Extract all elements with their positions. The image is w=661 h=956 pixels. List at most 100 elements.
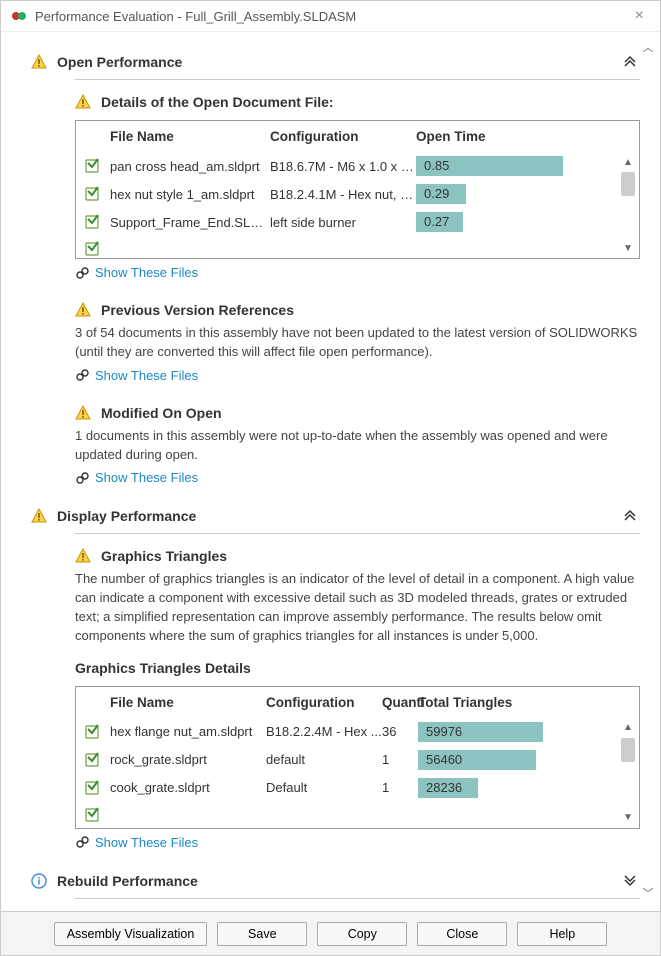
scroll-down-icon[interactable]: ﹀	[640, 885, 656, 901]
scroll-thumb[interactable]	[621, 172, 635, 196]
file-icon	[84, 157, 102, 175]
col-configuration: Configuration	[266, 695, 382, 710]
cell-quantity: 1	[382, 752, 418, 767]
open-files-table: File Name Configuration Open Time pan cr…	[75, 120, 640, 259]
cell-file-name: hex flange nut_am.sldprt	[110, 724, 266, 739]
show-files-link[interactable]: Show These Files	[95, 368, 198, 383]
warning-icon	[75, 405, 91, 421]
info-icon	[31, 873, 47, 889]
show-files-link[interactable]: Show These Files	[95, 265, 198, 280]
cell-configuration: Default	[266, 780, 382, 795]
content-pane: Open Performance Details of the Open Doc…	[1, 33, 660, 907]
collapse-icon[interactable]	[622, 53, 640, 71]
copy-button[interactable]: Copy	[317, 922, 407, 946]
previous-version-subsection: Previous Version References 3 of 54 docu…	[75, 302, 640, 383]
table-row[interactable]	[76, 236, 617, 258]
cell-file-name: Support_Frame_End.SLDA...	[110, 215, 270, 230]
cell-quantity: 36	[382, 724, 418, 739]
cell-file-name: rock_grate.sldprt	[110, 752, 266, 767]
scroll-up-icon[interactable]: ▲	[620, 154, 636, 170]
scroll-up-icon[interactable]: ▲	[620, 720, 636, 736]
table-row[interactable]: hex flange nut_am.sldprtB18.2.2.4M - Hex…	[76, 718, 617, 746]
cell-configuration: default	[266, 752, 382, 767]
cell-configuration: B18.2.4.1M - Hex nut, Sty...	[270, 187, 416, 202]
cell-configuration: B18.2.2.4M - Hex ...	[266, 724, 382, 739]
link-icon	[75, 835, 89, 849]
table-scrollbar[interactable]: ▲ ▼	[619, 154, 637, 256]
table-row[interactable]: Support_Frame_End.SLDA...left side burne…	[76, 208, 617, 236]
cell-file-name: hex nut style 1_am.sldprt	[110, 187, 270, 202]
table-row[interactable]: hex nut style 1_am.sldprtB18.2.4.1M - He…	[76, 180, 617, 208]
col-file-name: File Name	[110, 129, 270, 144]
cell-configuration: B18.6.7M - M6 x 1.0 x 8 ...	[270, 159, 416, 174]
file-icon	[84, 806, 102, 824]
table-row[interactable]: rock_grate.sldprtdefault156460	[76, 746, 617, 774]
main-scrollbar[interactable]: ︿ ﹀	[640, 39, 656, 901]
file-icon	[84, 779, 102, 797]
col-quantity: Quanti	[382, 695, 418, 710]
scroll-thumb[interactable]	[621, 738, 635, 762]
titlebar: Performance Evaluation - Full_Grill_Asse…	[1, 1, 660, 32]
section-display-performance[interactable]: Display Performance	[31, 507, 640, 525]
file-icon	[84, 723, 102, 741]
subsection-title: Graphics Triangles	[101, 548, 227, 564]
table-row[interactable]: cook_grate.sldprtDefault128236	[76, 774, 617, 802]
collapse-icon[interactable]	[622, 507, 640, 525]
warning-icon	[31, 508, 47, 524]
cell-file-name: pan cross head_am.sldprt	[110, 159, 270, 174]
section-title: Rebuild Performance	[57, 873, 622, 889]
subsection-body: 3 of 54 documents in this assembly have …	[75, 324, 640, 362]
file-icon	[84, 185, 102, 203]
table-row[interactable]	[76, 802, 617, 828]
link-icon	[75, 266, 89, 280]
show-files-link[interactable]: Show These Files	[95, 835, 198, 850]
window-title: Performance Evaluation - Full_Grill_Asse…	[35, 9, 356, 24]
warning-icon	[75, 94, 91, 110]
file-icon	[84, 240, 102, 258]
expand-icon[interactable]	[622, 872, 640, 890]
cell-total-triangles: 56460	[418, 750, 546, 770]
file-icon	[84, 213, 102, 231]
cell-file-name: cook_grate.sldprt	[110, 780, 266, 795]
table-scrollbar[interactable]: ▲ ▼	[619, 720, 637, 826]
section-title: Display Performance	[57, 508, 622, 524]
table-row[interactable]: pan cross head_am.sldprtB18.6.7M - M6 x …	[76, 152, 617, 180]
section-open-performance[interactable]: Open Performance	[31, 53, 640, 71]
warning-icon	[75, 548, 91, 564]
scroll-down-icon[interactable]: ▼	[620, 810, 636, 826]
cell-open-time: 0.85	[416, 156, 566, 176]
modified-on-open-subsection: Modified On Open 1 documents in this ass…	[75, 405, 640, 486]
cell-open-time: 0.27	[416, 212, 566, 232]
warning-icon	[31, 54, 47, 70]
link-icon	[75, 471, 89, 485]
cell-open-time: 0.29	[416, 184, 566, 204]
save-button[interactable]: Save	[217, 922, 307, 946]
subsection-title: Modified On Open	[101, 405, 222, 421]
close-button[interactable]: Close	[417, 922, 507, 946]
cell-configuration: left side burner	[270, 215, 416, 230]
show-files-link[interactable]: Show These Files	[95, 470, 198, 485]
section-rebuild-performance[interactable]: Rebuild Performance	[31, 872, 640, 890]
cell-quantity: 1	[382, 780, 418, 795]
scroll-up-icon[interactable]: ︿	[640, 39, 656, 55]
col-configuration: Configuration	[270, 129, 416, 144]
cell-total-triangles: 28236	[418, 778, 546, 798]
link-icon	[75, 368, 89, 382]
close-icon[interactable]: ×	[629, 7, 650, 25]
details-title: Graphics Triangles Details	[75, 660, 640, 676]
subsection-title: Previous Version References	[101, 302, 294, 318]
subsection-body: 1 documents in this assembly were not up…	[75, 427, 640, 465]
file-icon	[84, 751, 102, 769]
section-title: Open Performance	[57, 54, 622, 70]
col-total-triangles: Total Triangles	[418, 695, 546, 710]
scroll-down-icon[interactable]: ▼	[620, 240, 636, 256]
triangles-table: File Name Configuration Quanti Total Tri…	[75, 686, 640, 829]
subsection-title: Details of the Open Document File:	[101, 94, 334, 110]
subsection-body: The number of graphics triangles is an i…	[75, 570, 640, 645]
footer-toolbar: Assembly Visualization Save Copy Close H…	[1, 911, 660, 955]
help-button[interactable]: Help	[517, 922, 607, 946]
cell-total-triangles: 59976	[418, 722, 546, 742]
assembly-visualization-button[interactable]: Assembly Visualization	[54, 922, 208, 946]
col-file-name: File Name	[110, 695, 266, 710]
warning-icon	[75, 302, 91, 318]
